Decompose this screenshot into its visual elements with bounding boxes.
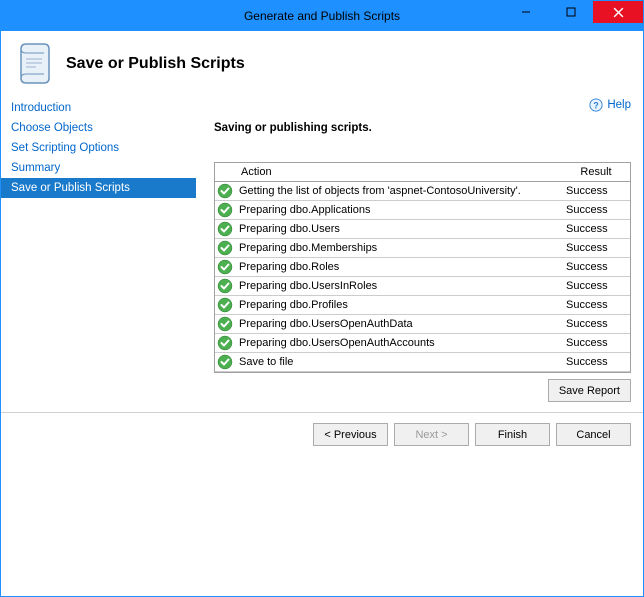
success-icon [215,296,235,315]
table-row: Preparing dbo.UsersInRolesSuccess [215,277,630,296]
table-row: Preparing dbo.UsersSuccess [215,220,630,239]
success-icon [215,258,235,277]
close-button[interactable] [593,1,643,23]
table-row: Preparing dbo.MembershipsSuccess [215,239,630,258]
result-cell: Success [562,334,630,353]
action-cell: Preparing dbo.UsersOpenAuthAccounts [235,334,562,353]
results-container: Action Result Getting the list of object… [214,162,631,373]
wizard-footer: < Previous Next > Finish Cancel [1,412,643,456]
svg-text:?: ? [594,101,599,111]
success-icon [215,239,235,258]
table-row: Preparing dbo.ProfilesSuccess [215,296,630,315]
sidebar-item-summary[interactable]: Summary [1,158,196,178]
sidebar-item-choose-objects[interactable]: Choose Objects [1,118,196,138]
column-action: Action [235,163,562,182]
table-row: Getting the list of objects from 'aspnet… [215,182,630,201]
result-cell: Success [562,315,630,334]
action-cell: Preparing dbo.Profiles [235,296,562,315]
page-title: Save or Publish Scripts [66,55,245,73]
previous-button[interactable]: < Previous [313,423,388,446]
sidebar-item-save-or-publish-scripts[interactable]: Save or Publish Scripts [1,178,196,198]
sidebar-item-set-scripting-options[interactable]: Set Scripting Options [1,138,196,158]
action-cell: Preparing dbo.Roles [235,258,562,277]
table-row: Preparing dbo.UsersOpenAuthAccountsSucce… [215,334,630,353]
action-cell: Preparing dbo.UsersOpenAuthData [235,315,562,334]
help-icon[interactable]: ? [589,98,603,112]
result-cell: Success [562,201,630,220]
wizard-sidebar: Introduction Choose Objects Set Scriptin… [1,96,196,412]
success-icon [215,201,235,220]
status-text: Saving or publishing scripts. [214,122,631,162]
window-controls [503,1,643,23]
result-cell: Success [562,277,630,296]
help-link[interactable]: Help [607,99,631,111]
next-button[interactable]: Next > [394,423,469,446]
page-header: Save or Publish Scripts [1,31,643,96]
table-row: Preparing dbo.UsersOpenAuthDataSuccess [215,315,630,334]
success-icon [215,182,235,201]
action-cell: Getting the list of objects from 'aspnet… [235,182,562,201]
success-icon [215,315,235,334]
result-cell: Success [562,182,630,201]
result-cell: Success [562,353,630,372]
save-report-button[interactable]: Save Report [548,379,631,402]
action-cell: Preparing dbo.Users [235,220,562,239]
result-cell: Success [562,220,630,239]
script-scroll-icon [16,41,51,86]
success-icon [215,353,235,372]
result-cell: Success [562,239,630,258]
sidebar-item-introduction[interactable]: Introduction [1,98,196,118]
main-panel: ? Help Saving or publishing scripts. Act… [196,96,643,412]
success-icon [215,220,235,239]
result-cell: Success [562,258,630,277]
results-table: Action Result Getting the list of object… [215,163,630,372]
maximize-button[interactable] [548,1,593,23]
action-cell: Preparing dbo.UsersInRoles [235,277,562,296]
action-cell: Save to file [235,353,562,372]
window-title: Generate and Publish Scripts [244,9,400,23]
success-icon [215,334,235,353]
finish-button[interactable]: Finish [475,423,550,446]
action-cell: Preparing dbo.Applications [235,201,562,220]
table-row: Save to fileSuccess [215,353,630,372]
titlebar: Generate and Publish Scripts [1,1,643,31]
table-row: Preparing dbo.RolesSuccess [215,258,630,277]
minimize-button[interactable] [503,1,548,23]
success-icon [215,277,235,296]
column-result: Result [562,163,630,182]
table-row: Preparing dbo.ApplicationsSuccess [215,201,630,220]
action-cell: Preparing dbo.Memberships [235,239,562,258]
cancel-button[interactable]: Cancel [556,423,631,446]
result-cell: Success [562,296,630,315]
